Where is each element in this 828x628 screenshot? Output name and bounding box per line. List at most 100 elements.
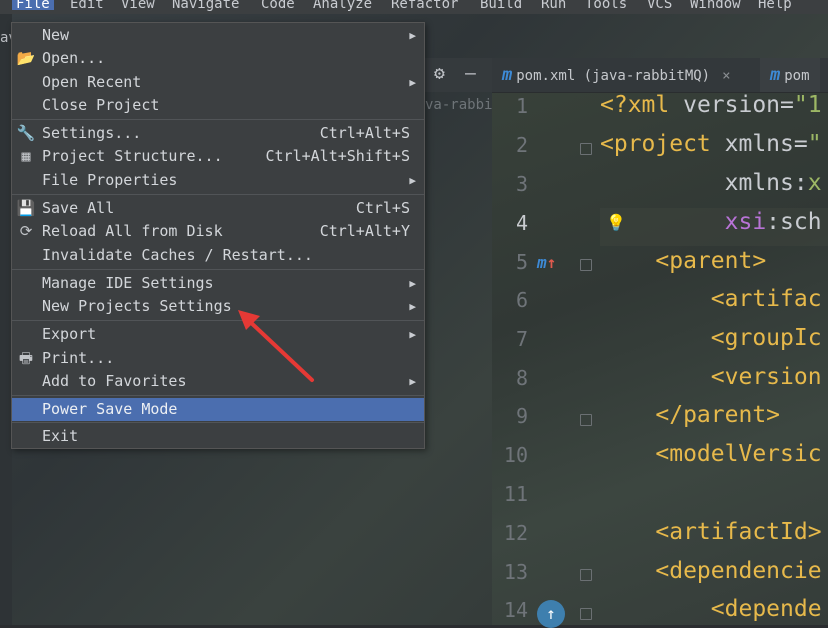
fold-marker[interactable] <box>580 569 592 581</box>
menu-item-open-recent[interactable]: Open Recent ▶ <box>12 71 424 94</box>
code-token: "1 <box>793 92 822 118</box>
gear-icon[interactable]: ⚙ <box>434 63 445 84</box>
code-line: <depende <box>600 596 822 622</box>
menu-item-add-to-favorites[interactable]: Add to Favorites ▶ <box>12 370 424 393</box>
code-token: <project <box>600 131 725 157</box>
menu-refactor[interactable]: Refactor <box>391 0 458 11</box>
line-number: 8 <box>515 366 528 390</box>
line-number: 9 <box>515 404 528 428</box>
menu-item-label: Export <box>42 325 97 343</box>
line-number: 7 <box>515 327 528 351</box>
close-icon[interactable]: × <box>722 68 730 84</box>
lightbulb-icon[interactable]: 💡 <box>606 213 626 232</box>
annotation-arrow <box>238 310 314 382</box>
code-token: " <box>807 131 822 157</box>
maven-icon: m <box>770 65 781 85</box>
menu-item-label: Invalidate Caches / Restart... <box>42 246 313 264</box>
line-number: 13 <box>503 560 528 584</box>
menu-item-shortcut: Ctrl+Alt+S <box>319 124 410 142</box>
menu-item-project-structure[interactable]: ▦ Project Structure... Ctrl+Alt+Shift+S <box>12 145 424 168</box>
code-line: <artifac <box>600 286 822 312</box>
menu-view[interactable]: View <box>121 0 155 11</box>
code-line: xsi:sch <box>600 209 822 235</box>
line-number: 14 <box>503 598 528 622</box>
menu-item-label: Open... <box>42 49 106 67</box>
menu-item-label: Add to Favorites <box>42 372 187 390</box>
line-number: 5 <box>515 250 528 274</box>
menu-item-close-project[interactable]: Close Project <box>12 94 424 117</box>
menu-item-open[interactable]: 📂 Open... <box>12 47 424 70</box>
menu-item-invalidate-caches-restart[interactable]: Invalidate Caches / Restart... <box>12 244 424 267</box>
menu-help[interactable]: Help <box>758 0 792 11</box>
minus-icon[interactable]: — <box>465 63 476 84</box>
line-number: 12 <box>503 521 528 545</box>
menu-item-exit[interactable]: Exit <box>12 425 424 448</box>
submenu-arrow-icon: ▶ <box>409 300 416 313</box>
menu-analyze[interactable]: Analyze <box>313 0 372 11</box>
menu-separator <box>12 119 424 120</box>
code-token: version= <box>683 92 794 118</box>
fold-marker[interactable] <box>580 143 592 155</box>
menu-item-label: Close Project <box>42 96 160 114</box>
code-token: <version <box>600 364 822 390</box>
code-token: <modelVersic <box>600 441 822 467</box>
menu-run[interactable]: Run <box>541 0 566 11</box>
tab-pom-2[interactable]: m pom <box>760 58 820 92</box>
menu-item-power-save-mode[interactable]: Power Save Mode <box>12 398 424 421</box>
menu-item-settings[interactable]: 🔧 Settings... Ctrl+Alt+S <box>12 122 424 145</box>
wrench-icon: 🔧 <box>16 124 36 142</box>
menu-item-shortcut: Ctrl+S <box>355 199 410 217</box>
menu-code[interactable]: Code <box>261 0 295 11</box>
menu-navigate[interactable]: Navigate <box>172 0 239 11</box>
reload-icon: ⟳ <box>19 222 33 240</box>
fold-marker[interactable] <box>580 259 592 271</box>
code-token: xmlns: <box>600 170 808 196</box>
code-token: <artifac <box>600 286 822 312</box>
menu-item-save-all[interactable]: 💾 Save All Ctrl+S <box>12 197 424 220</box>
maven-parent-icon[interactable]: m↑ <box>537 253 556 272</box>
save-icon: 💾 <box>16 199 36 217</box>
menu-item-label: Save All <box>42 199 115 217</box>
code-line: <parent> <box>600 248 766 274</box>
tab-label: pom.xml (java-rabbitMQ) <box>516 68 711 84</box>
menu-separator <box>12 422 424 423</box>
menu-item-label: New <box>42 26 70 44</box>
fold-marker[interactable] <box>580 608 592 620</box>
line-number: 10 <box>503 443 528 467</box>
code-line: <modelVersic <box>600 441 822 467</box>
project-structure-icon: ▦ <box>21 147 31 165</box>
menu-item-label: Manage IDE Settings <box>42 274 214 292</box>
code-token: <parent> <box>600 248 767 274</box>
line-number: 4 <box>515 211 528 235</box>
folder-open-icon: 📂 <box>16 49 36 67</box>
menu-item-file-properties[interactable]: File Properties ▶ <box>12 169 424 192</box>
code-line: <?xml version="1 <box>600 92 822 118</box>
editor-tabs: m pom.xml (java-rabbitMQ) × m pom <box>492 58 828 93</box>
menu-item-export[interactable]: Export ▶ <box>12 323 424 346</box>
menu-vcs[interactable]: VCS <box>647 0 672 11</box>
menu-item-shortcut: Ctrl+Alt+Y <box>319 222 410 240</box>
menu-tools[interactable]: Tools <box>585 0 627 11</box>
project-tree-label[interactable]: va-rabbi <box>425 97 492 113</box>
menu-item-new[interactable]: New ▶ <box>12 24 424 47</box>
menu-window[interactable]: Window <box>690 0 741 11</box>
submenu-arrow-icon: ▶ <box>409 375 416 388</box>
code-line: <dependencie <box>600 558 821 584</box>
menu-build[interactable]: Build <box>480 0 522 11</box>
tab-pom-java-rabbitmq[interactable]: m pom.xml (java-rabbitMQ) × <box>502 58 731 92</box>
menu-item-label: New Projects Settings <box>42 297 232 315</box>
code-token: :sch <box>766 209 822 235</box>
menu-file[interactable]: File <box>12 0 54 11</box>
menu-item-manage-ide-settings[interactable]: Manage IDE Settings ▶ <box>12 272 424 295</box>
menu-item-reload-all-from-disk[interactable]: ⟳ Reload All from Disk Ctrl+Alt+Y <box>12 220 424 243</box>
menu-item-new-projects-settings[interactable]: New Projects Settings ▶ <box>12 295 424 318</box>
code-line: <groupIc <box>600 325 822 351</box>
menu-separator <box>12 320 424 321</box>
menu-item-print[interactable]: 🖶 Print... <box>12 347 424 370</box>
fold-marker[interactable] <box>580 414 592 426</box>
line-number: 6 <box>515 288 528 312</box>
menu-item-label: Print... <box>42 349 115 367</box>
menu-edit[interactable]: Edit <box>70 0 104 11</box>
line-number: 2 <box>515 133 528 157</box>
dependency-nav-icon[interactable]: ↑ <box>537 600 565 628</box>
